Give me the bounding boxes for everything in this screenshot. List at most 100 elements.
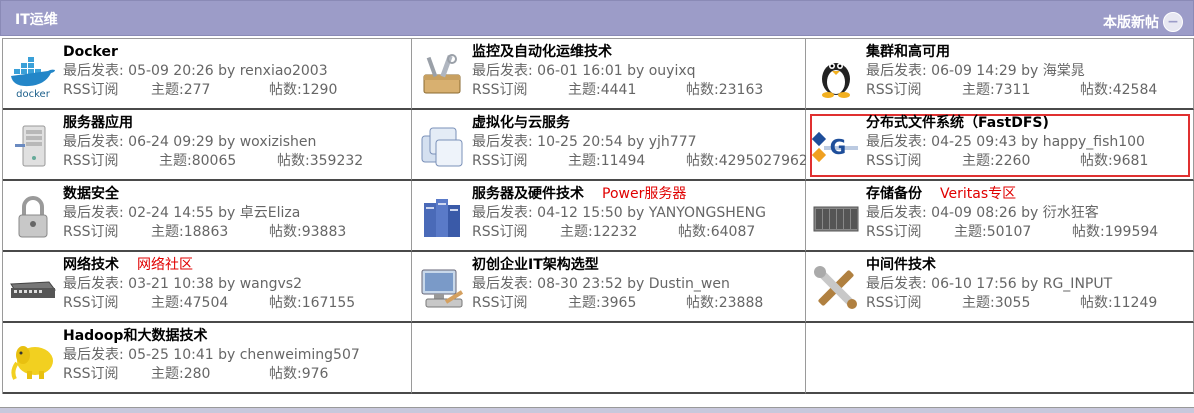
sub-forum-link[interactable]: 网络社区 — [137, 257, 193, 273]
last-post-label: 最后发表: — [472, 63, 538, 79]
forum-name-link[interactable]: 监控及自动化运维技术 — [472, 44, 612, 60]
forum-name-link[interactable]: 集群和高可用 — [866, 44, 950, 60]
last-post-user[interactable]: wangvs2 — [240, 276, 302, 292]
new-posts-link[interactable]: 本版新帖 − — [1103, 12, 1183, 32]
last-post-user[interactable]: 海棠晁 — [1043, 63, 1085, 79]
last-post-user[interactable]: RG_INPUT — [1043, 276, 1112, 292]
last-post-date[interactable]: 06-09 14:29 — [931, 63, 1016, 79]
posts-count: 42584 — [1112, 82, 1158, 98]
topics-count: 50107 — [986, 224, 1032, 240]
forum-name-link[interactable]: 中间件技术 — [866, 257, 936, 273]
forum-name-link[interactable]: 网络技术 — [63, 257, 119, 273]
rss-link[interactable]: RSS订阅 — [866, 152, 962, 171]
last-post-date[interactable]: 08-30 23:52 — [537, 276, 622, 292]
collapse-icon[interactable]: − — [1163, 12, 1183, 32]
last-post-label: 最后发表: — [866, 63, 932, 79]
posts-count: 4295027962 — [718, 153, 808, 169]
fastdfs-icon[interactable]: G — [811, 122, 860, 170]
last-post-date[interactable]: 06-10 17:56 — [931, 276, 1016, 292]
last-post-date[interactable]: 10-25 20:54 — [537, 134, 622, 150]
forum-name-link[interactable]: 初创企业IT架构选型 — [472, 257, 599, 273]
rack-icon[interactable] — [418, 193, 466, 241]
rss-link[interactable]: RSS订阅 — [472, 152, 568, 171]
last-post-date[interactable]: 06-01 16:01 — [537, 63, 622, 79]
by-label: by — [1016, 205, 1043, 221]
rss-link[interactable]: RSS订阅 — [63, 365, 151, 384]
last-post-user[interactable]: renxiao2003 — [240, 63, 328, 79]
forum-cell[interactable]: 中间件技术 最后发表: 06-10 17:56 by RG_INPUT RSS订阅主… — [806, 252, 1194, 323]
computer-icon[interactable] — [418, 264, 466, 312]
forum-cell[interactable]: 虚拟化与云服务 最后发表: 10-25 20:54 by yjh777 RSS订阅主… — [412, 110, 808, 181]
by-label: by — [213, 63, 240, 79]
rss-link[interactable]: RSS订阅 — [472, 81, 568, 100]
topics-label: 主题: — [568, 153, 601, 169]
by-label: by — [213, 205, 240, 221]
hadoop-icon[interactable] — [9, 335, 57, 383]
rss-link[interactable]: RSS订阅 — [866, 223, 954, 242]
posts-label: 帖数: — [269, 82, 302, 98]
last-post-user[interactable]: happy_fish100 — [1043, 134, 1145, 150]
rss-link[interactable]: RSS订阅 — [472, 294, 568, 313]
last-post-date[interactable]: 03-21 10:38 — [128, 276, 213, 292]
forum-name-link[interactable]: Hadoop和大数据技术 — [63, 328, 207, 344]
last-post-user[interactable]: 衍水狂客 — [1043, 205, 1099, 221]
last-post-label: 最后发表: — [866, 276, 932, 292]
topics-label: 主题: — [962, 153, 995, 169]
penguin-icon[interactable] — [812, 51, 860, 99]
rss-link[interactable]: RSS订阅 — [472, 223, 560, 242]
forum-cell[interactable]: 集群和高可用 最后发表: 06-09 14:29 by 海棠晁 RSS订阅 主题: 7… — [806, 39, 1194, 110]
last-post-date[interactable]: 02-24 14:55 — [128, 205, 213, 221]
posts-count: 976 — [301, 366, 329, 382]
docker-icon[interactable]: docker — [9, 51, 57, 100]
forum-name-link[interactable]: 数据安全 — [63, 186, 119, 202]
topics-count: 11494 — [600, 153, 646, 169]
switch-icon[interactable] — [9, 264, 57, 312]
forum-cell[interactable]: 初创企业IT架构选型 最后发表: 08-30 23:52 by Dustin_we… — [412, 252, 806, 323]
virtual-icon[interactable] — [418, 122, 466, 170]
server-icon[interactable] — [9, 122, 57, 170]
forum-name-link[interactable]: 服务器应用 — [63, 115, 133, 131]
forum-cell[interactable]: 数据安全 最后发表: 02-24 14:55 by 卓云Eliza RSS订阅 主题:… — [3, 181, 412, 252]
last-post-user[interactable]: woxizishen — [240, 134, 317, 150]
rss-link[interactable]: RSS订阅 — [63, 152, 159, 171]
last-post-date[interactable]: 04-09 08:26 — [931, 205, 1016, 221]
storage-icon[interactable] — [812, 193, 860, 241]
forum-name-link[interactable]: 存储备份 — [866, 186, 922, 202]
forum-name-link[interactable]: 虚拟化与云服务 — [472, 115, 570, 131]
posts-label: 帖数: — [686, 153, 719, 169]
forum-cell[interactable]: 服务器应用 最后发表: 06-24 09:29 by woxizishen RSS订… — [3, 110, 412, 181]
forum-cell[interactable]: 网络技术 网络社区 最后发表: 03-21 10:38 by wangvs2 RSS订… — [3, 252, 412, 323]
last-post-user[interactable]: ouyixq — [649, 63, 696, 79]
last-post-user[interactable]: chenweiming507 — [240, 347, 360, 363]
sub-forum-link[interactable]: Power服务器 — [602, 186, 686, 202]
forum-cell[interactable]: 存储备份 Veritas专区 最后发表: 04-09 08:26 by 衍水狂客 RS… — [806, 181, 1194, 252]
last-post-date[interactable]: 04-25 09:43 — [931, 134, 1016, 150]
last-post-date[interactable]: 04-12 15:50 — [537, 205, 622, 221]
forum-name-link[interactable]: Docker — [63, 44, 118, 60]
sub-forum-link[interactable]: Veritas专区 — [940, 186, 1016, 202]
last-post-user[interactable]: YANYONGSHENG — [649, 205, 766, 221]
toolbox-icon[interactable] — [418, 51, 466, 99]
last-post-date[interactable]: 05-09 20:26 — [128, 63, 213, 79]
forum-cell[interactable]: G 分布式文件系统（FastDFS) 最后发表: 04-25 09:43 by ha… — [806, 110, 1194, 181]
rss-link[interactable]: RSS订阅 — [866, 81, 962, 100]
rss-link[interactable]: RSS订阅 — [63, 223, 151, 242]
last-post-user[interactable]: 卓云Eliza — [240, 205, 301, 221]
forum-cell[interactable]: 服务器及硬件技术 Power服务器 最后发表: 04-12 15:50 by YAN… — [412, 181, 806, 252]
forum-cell[interactable]: 监控及自动化运维技术 最后发表: 06-01 16:01 by ouyixq RSS… — [412, 39, 806, 110]
last-post-user[interactable]: Dustin_wen — [649, 276, 730, 292]
last-post-user[interactable]: yjh777 — [649, 134, 697, 150]
rss-link[interactable]: RSS订阅 — [63, 81, 151, 100]
forum-cell[interactable]: docker Docker 最后发表: 05-09 20:26 by renxiao… — [3, 39, 412, 110]
last-post-date[interactable]: 06-24 09:29 — [128, 134, 213, 150]
topics-label: 主题: — [568, 295, 601, 311]
last-post-date[interactable]: 05-25 10:41 — [128, 347, 213, 363]
rss-link[interactable]: RSS订阅 — [63, 294, 151, 313]
forum-cell[interactable]: Hadoop和大数据技术 最后发表: 05-25 10:41 by chenwei… — [3, 323, 412, 394]
tools-icon[interactable] — [812, 264, 860, 312]
forum-name-link[interactable]: 服务器及硬件技术 — [472, 186, 584, 202]
forum-name-link[interactable]: 分布式文件系统（FastDFS) — [866, 115, 1049, 131]
lock-icon[interactable] — [9, 193, 57, 241]
posts-label: 帖数: — [269, 295, 302, 311]
rss-link[interactable]: RSS订阅 — [866, 294, 962, 313]
